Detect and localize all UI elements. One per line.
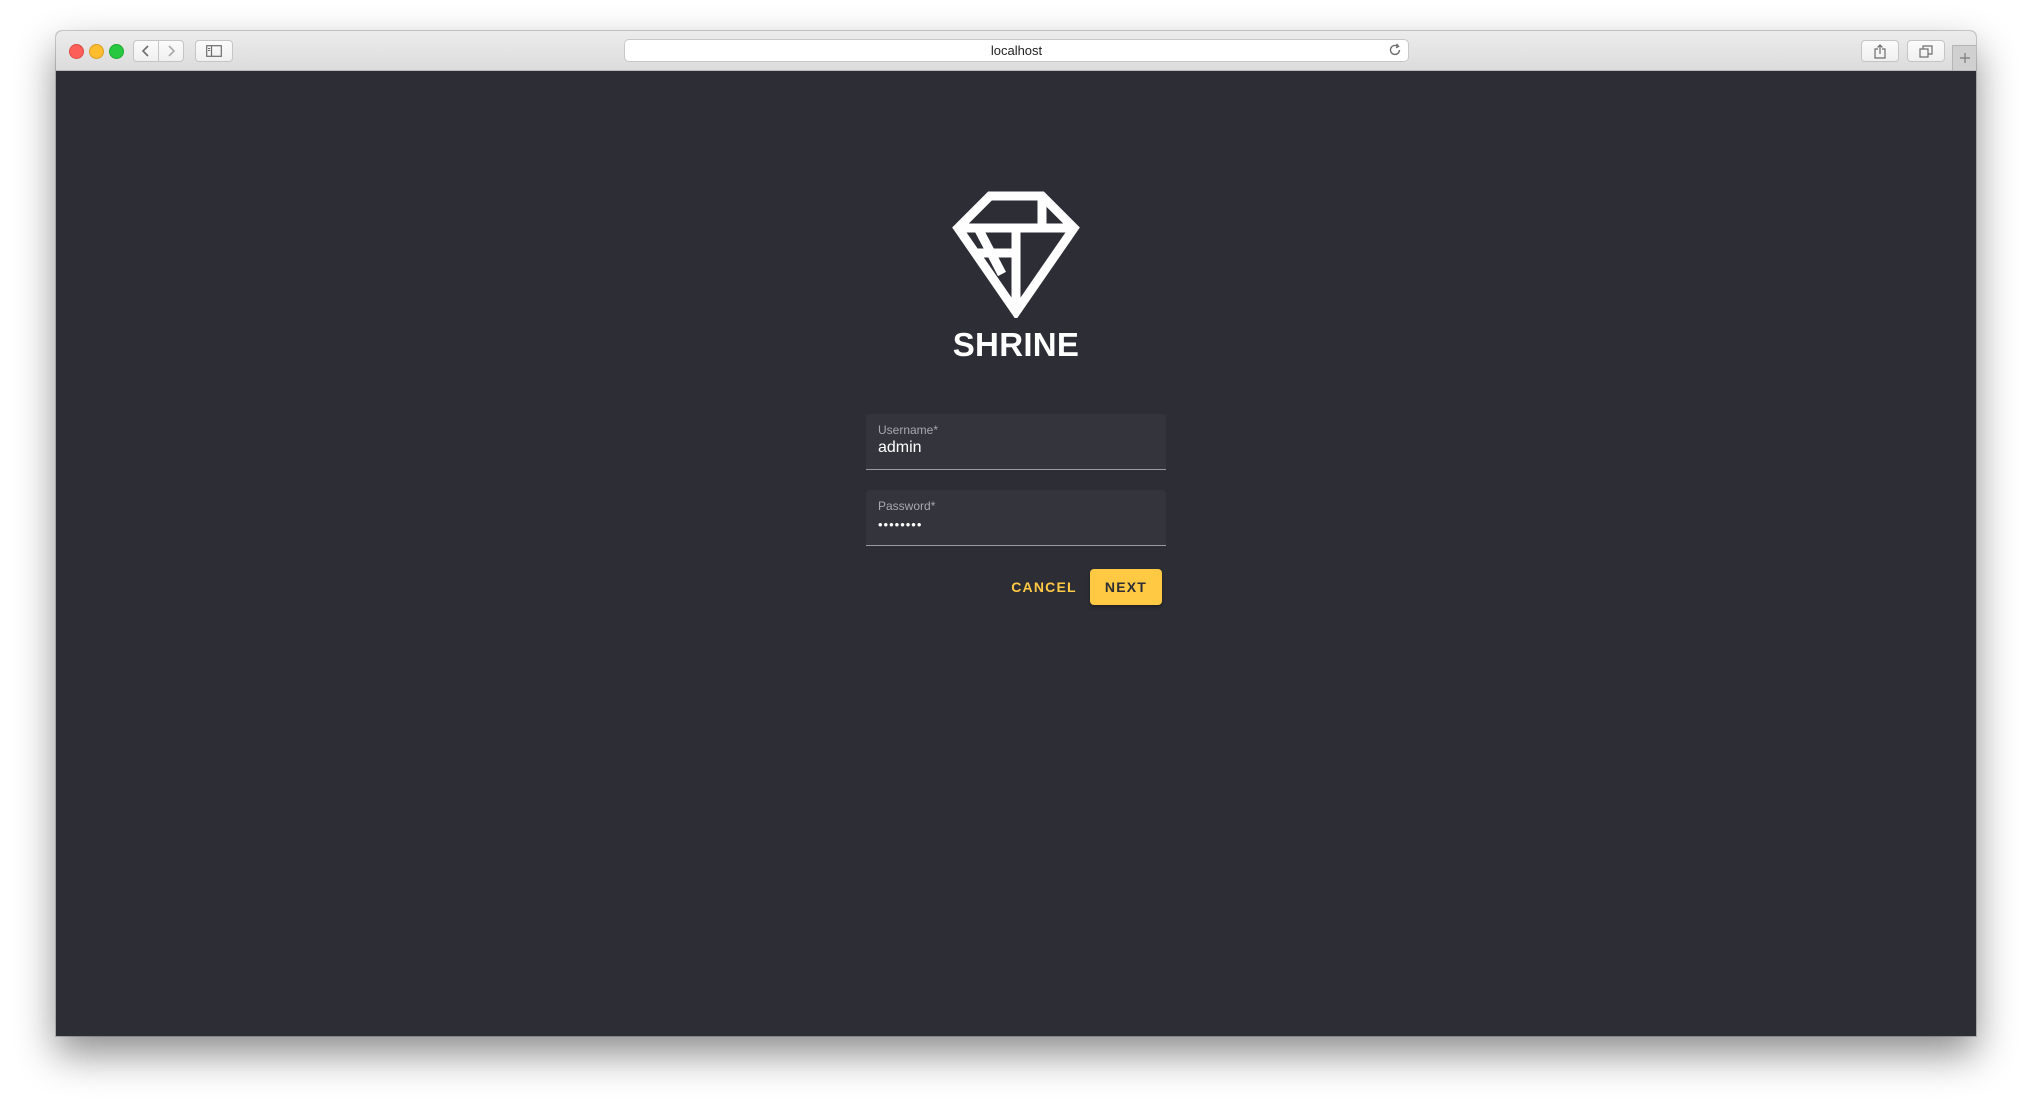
chevron-left-icon (141, 45, 149, 57)
password-label: Password* (878, 499, 936, 513)
next-button[interactable]: NEXT (1090, 569, 1162, 605)
url-text: localhost (990, 43, 1043, 58)
browser-window: localhost SHRINE Username* admin Passwor… (56, 31, 1976, 1036)
diamond-icon (952, 191, 1080, 318)
minimize-window-button[interactable] (89, 44, 104, 59)
page-content: SHRINE Username* Password* •••••••• CANC… (56, 71, 1976, 1036)
maximize-window-button[interactable] (109, 44, 124, 59)
username-input[interactable] (878, 439, 1148, 457)
tabs-icon (1919, 44, 1933, 58)
username-label: Username* (878, 423, 939, 437)
share-icon (1874, 43, 1886, 59)
password-input[interactable]: •••••••• (878, 517, 1148, 532)
sidebar-icon (206, 45, 222, 57)
share-button[interactable] (1861, 40, 1899, 62)
new-tab-button[interactable] (1952, 45, 1976, 70)
address-bar[interactable]: localhost (624, 39, 1409, 62)
brand-title: SHRINE (952, 326, 1080, 363)
plus-icon (1959, 53, 1970, 63)
show-tabs-button[interactable] (1907, 40, 1945, 62)
back-button[interactable] (133, 40, 159, 62)
browser-toolbar: localhost (56, 31, 1976, 71)
close-window-button[interactable] (69, 44, 84, 59)
forward-button[interactable] (158, 40, 184, 62)
password-field[interactable]: Password* •••••••• (866, 490, 1166, 546)
sidebar-toggle-button[interactable] (195, 40, 233, 62)
reload-icon[interactable] (1388, 43, 1402, 57)
username-field[interactable]: Username* (866, 414, 1166, 470)
cancel-button[interactable]: CANCEL (1009, 569, 1079, 605)
chevron-right-icon (168, 45, 176, 57)
